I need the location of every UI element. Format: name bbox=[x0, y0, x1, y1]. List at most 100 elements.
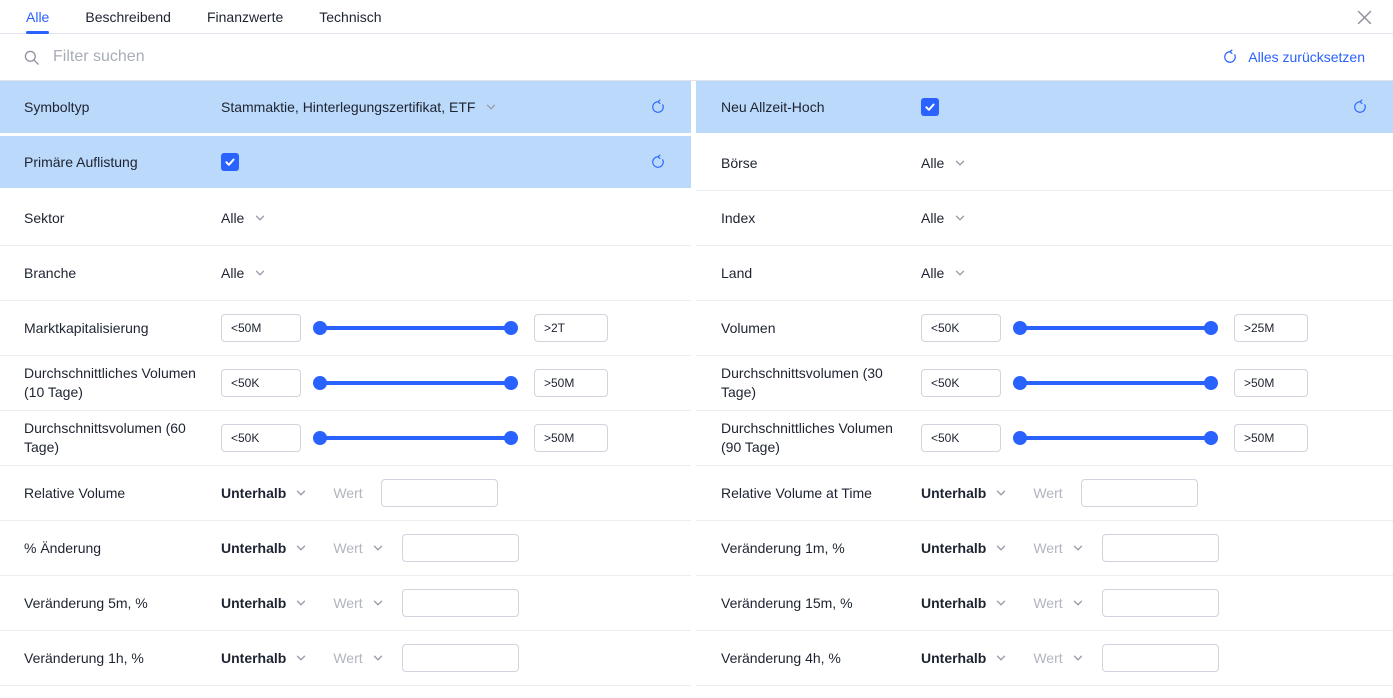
value-input[interactable] bbox=[402, 589, 519, 617]
filter-row-branche: Branche Alle bbox=[0, 246, 691, 301]
value-label: Wert bbox=[1033, 485, 1062, 501]
slider-track bbox=[1020, 381, 1211, 385]
range-max-input[interactable] bbox=[534, 314, 608, 342]
value-mode-dropdown[interactable]: Wert bbox=[1033, 540, 1083, 556]
reset-icon bbox=[649, 98, 667, 116]
reset-icon bbox=[1221, 48, 1239, 66]
filter-label: Symboltyp bbox=[24, 98, 221, 117]
slider-handle-min[interactable] bbox=[1013, 376, 1027, 390]
range-min-input[interactable] bbox=[921, 314, 1001, 342]
value-label: Wert bbox=[333, 485, 362, 501]
value-input[interactable] bbox=[1081, 479, 1198, 507]
range-max-input[interactable] bbox=[1234, 314, 1308, 342]
reset-filter-button[interactable] bbox=[649, 153, 667, 171]
slider-handle-min[interactable] bbox=[313, 376, 327, 390]
operator-dropdown[interactable]: Unterhalb bbox=[921, 595, 1007, 611]
slider-handle-max[interactable] bbox=[504, 321, 518, 335]
operator-dropdown[interactable]: Unterhalb bbox=[221, 485, 307, 501]
symboltyp-dropdown[interactable]: Stammaktie, Hinterlegungszertifikat, ETF bbox=[221, 99, 497, 115]
search-input[interactable] bbox=[53, 48, 1221, 66]
operator-dropdown[interactable]: Unterhalb bbox=[221, 650, 307, 666]
tab-technisch[interactable]: Technisch bbox=[319, 0, 381, 33]
reset-icon bbox=[649, 153, 667, 171]
range-max-input[interactable] bbox=[534, 369, 608, 397]
filter-label: Land bbox=[721, 264, 921, 283]
reset-filter-button[interactable] bbox=[649, 98, 667, 116]
checkmark-icon bbox=[224, 156, 236, 168]
range-min-input[interactable] bbox=[921, 424, 1001, 452]
tab-alle[interactable]: Alle bbox=[26, 0, 49, 33]
chevron-down-icon bbox=[1072, 652, 1084, 664]
range-slider[interactable] bbox=[313, 376, 518, 390]
filter-row-durchschn-volumen-10t: Durchschnittliches Volumen (10 Tage) bbox=[0, 356, 691, 411]
range-slider[interactable] bbox=[313, 321, 518, 335]
value-mode-dropdown[interactable]: Wert bbox=[1033, 595, 1083, 611]
range-slider[interactable] bbox=[1013, 431, 1218, 445]
neu-allzeit-hoch-checkbox[interactable] bbox=[921, 98, 939, 116]
value-mode-dropdown[interactable]: Wert bbox=[333, 540, 383, 556]
slider-handle-min[interactable] bbox=[1013, 431, 1027, 445]
slider-handle-max[interactable] bbox=[504, 376, 518, 390]
operator-dropdown[interactable]: Unterhalb bbox=[921, 485, 1007, 501]
chevron-down-icon bbox=[372, 597, 384, 609]
value-input[interactable] bbox=[402, 644, 519, 672]
sektor-dropdown[interactable]: Alle bbox=[221, 210, 266, 226]
slider-handle-max[interactable] bbox=[1204, 376, 1218, 390]
filter-row-relative-volume-at-time: Relative Volume at Time Unterhalb Wert bbox=[696, 466, 1393, 521]
slider-handle-min[interactable] bbox=[313, 431, 327, 445]
value-input[interactable] bbox=[1102, 534, 1219, 562]
range-max-input[interactable] bbox=[534, 424, 608, 452]
operator-dropdown[interactable]: Unterhalb bbox=[221, 595, 307, 611]
operator-value: Unterhalb bbox=[921, 650, 986, 666]
index-dropdown[interactable]: Alle bbox=[921, 210, 966, 226]
value-input[interactable] bbox=[381, 479, 498, 507]
slider-track bbox=[1020, 326, 1211, 330]
tab-finanzwerte[interactable]: Finanzwerte bbox=[207, 0, 283, 33]
value-mode-dropdown[interactable]: Wert bbox=[333, 650, 383, 666]
slider-handle-max[interactable] bbox=[504, 431, 518, 445]
range-max-input[interactable] bbox=[1234, 369, 1308, 397]
filter-label: Veränderung 4h, % bbox=[721, 649, 921, 668]
range-min-input[interactable] bbox=[921, 369, 1001, 397]
value-input[interactable] bbox=[1102, 644, 1219, 672]
close-icon bbox=[1356, 9, 1373, 26]
operator-dropdown[interactable]: Unterhalb bbox=[921, 540, 1007, 556]
value-input[interactable] bbox=[1102, 589, 1219, 617]
filter-label: Primäre Auflistung bbox=[24, 153, 221, 172]
slider-handle-max[interactable] bbox=[1204, 431, 1218, 445]
range-min-input[interactable] bbox=[221, 314, 301, 342]
range-min-input[interactable] bbox=[221, 424, 301, 452]
land-dropdown[interactable]: Alle bbox=[921, 265, 966, 281]
range-slider[interactable] bbox=[1013, 376, 1218, 390]
filter-label: Marktkapitalisierung bbox=[24, 319, 221, 338]
chevron-down-icon bbox=[372, 542, 384, 554]
range-slider[interactable] bbox=[1013, 321, 1218, 335]
slider-handle-max[interactable] bbox=[1204, 321, 1218, 335]
operator-value: Unterhalb bbox=[221, 595, 286, 611]
tab-label: Finanzwerte bbox=[207, 9, 283, 25]
range-min-input[interactable] bbox=[221, 369, 301, 397]
filter-row-marktkapitalisierung: Marktkapitalisierung bbox=[0, 301, 691, 356]
chevron-down-icon bbox=[995, 652, 1007, 664]
chevron-down-icon bbox=[995, 597, 1007, 609]
value-mode-dropdown[interactable]: Wert bbox=[1033, 650, 1083, 666]
slider-handle-min[interactable] bbox=[1013, 321, 1027, 335]
branche-dropdown[interactable]: Alle bbox=[221, 265, 266, 281]
primaere-auflistung-checkbox[interactable] bbox=[221, 153, 239, 171]
reset-filter-button[interactable] bbox=[1351, 98, 1369, 116]
chevron-down-icon bbox=[485, 101, 497, 113]
slider-handle-min[interactable] bbox=[313, 321, 327, 335]
value-mode-dropdown[interactable]: Wert bbox=[333, 595, 383, 611]
operator-dropdown[interactable]: Unterhalb bbox=[221, 540, 307, 556]
reset-all-button[interactable]: Alles zurücksetzen bbox=[1221, 48, 1365, 66]
close-button[interactable] bbox=[1353, 6, 1375, 28]
boerse-dropdown[interactable]: Alle bbox=[921, 155, 966, 171]
filter-label: Veränderung 1m, % bbox=[721, 539, 921, 558]
range-max-input[interactable] bbox=[1234, 424, 1308, 452]
range-slider[interactable] bbox=[313, 431, 518, 445]
tab-beschreibend[interactable]: Beschreibend bbox=[85, 0, 171, 33]
filter-row-index: Index Alle bbox=[696, 191, 1393, 246]
dropdown-value: Alle bbox=[221, 265, 244, 281]
operator-dropdown[interactable]: Unterhalb bbox=[921, 650, 1007, 666]
value-input[interactable] bbox=[402, 534, 519, 562]
